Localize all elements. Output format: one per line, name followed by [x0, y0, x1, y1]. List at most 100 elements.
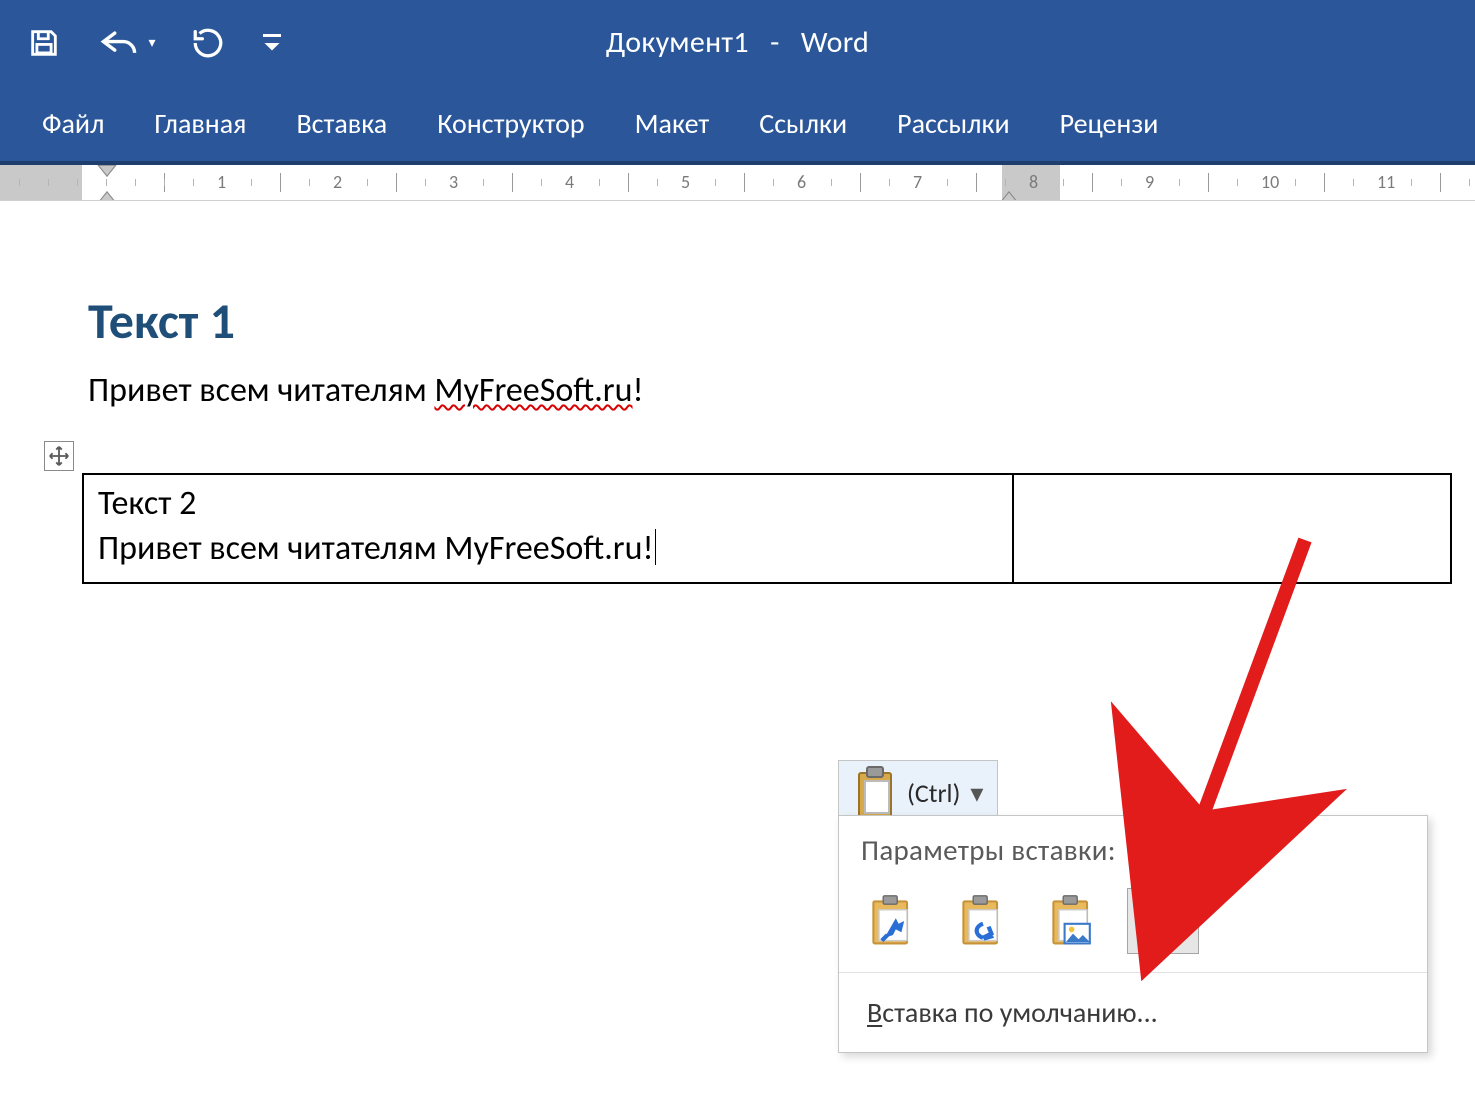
- ruler-tick: [831, 179, 832, 186]
- title-doc: Документ1: [606, 24, 749, 61]
- ruler-number: 11: [1377, 171, 1395, 193]
- chevron-down-icon: ▾: [148, 34, 155, 51]
- ruler-tick: [193, 179, 194, 186]
- clipboard-icon: [847, 765, 903, 821]
- ruler-number: 6: [797, 171, 806, 193]
- table[interactable]: Текст 2 Привет всем читателям MyFreeSoft…: [82, 473, 1452, 585]
- ruler-tick: [889, 179, 890, 186]
- paste-options-label: (Ctrl): [907, 777, 960, 809]
- ruler-number: 10: [1261, 171, 1279, 193]
- ruler-number: 4: [565, 171, 574, 193]
- ruler-number: 2: [333, 171, 342, 193]
- ruler-tick: [19, 179, 20, 186]
- ruler-tick: [1208, 173, 1209, 192]
- tab-file[interactable]: Файл: [34, 96, 112, 151]
- ruler-tick: [860, 173, 861, 192]
- ruler-number: 9: [1145, 171, 1154, 193]
- ruler-ticks: 123456789101112: [0, 165, 1475, 200]
- table-move-handle[interactable]: [44, 441, 74, 471]
- ruler-tick: [976, 173, 977, 192]
- tab-mailings[interactable]: Рассылки: [889, 96, 1017, 151]
- ruler-tick: [599, 179, 600, 186]
- ribbon-tabs: Файл Главная Вставка Конструктор Макет С…: [0, 85, 1475, 165]
- ruler-number: 3: [449, 171, 458, 193]
- paste-merge-formatting[interactable]: [947, 888, 1019, 954]
- ruler-tick: [396, 173, 397, 192]
- paste-options-row: A: [839, 888, 1427, 972]
- paste-as-picture[interactable]: [1037, 888, 1109, 954]
- title-app: Word: [801, 24, 869, 61]
- tab-insert[interactable]: Вставка: [288, 96, 395, 151]
- table-cell[interactable]: [1013, 474, 1451, 584]
- paste-default-accesskey: В: [867, 995, 882, 1030]
- ruler-number: 5: [681, 171, 690, 193]
- ruler-number: 8: [1029, 171, 1038, 193]
- clipboard-picture-icon: [1045, 893, 1101, 949]
- ruler-tick: [1237, 179, 1238, 186]
- ruler-tick: [541, 179, 542, 186]
- right-indent-marker[interactable]: [998, 183, 1020, 201]
- table-cell[interactable]: Текст 2 Привет всем читателям MyFreeSoft…: [83, 474, 1013, 584]
- ruler-tick: [251, 179, 252, 186]
- ruler-tick: [1063, 179, 1064, 186]
- paste-keep-source-formatting[interactable]: [857, 888, 929, 954]
- tab-design[interactable]: Конструктор: [429, 96, 592, 151]
- ruler-tick: [512, 173, 513, 192]
- tab-layout[interactable]: Макет: [627, 96, 718, 151]
- undo-button[interactable]: ▾: [96, 23, 156, 63]
- title-sep: -: [770, 24, 780, 61]
- ruler-tick: [715, 179, 716, 186]
- clipboard-merge-icon: [955, 893, 1011, 949]
- move-icon: [48, 445, 70, 467]
- ruler-tick: [309, 179, 310, 186]
- paste-default-settings[interactable]: Вставка по умолчанию...: [839, 972, 1427, 1052]
- first-line-indent-marker[interactable]: [96, 165, 118, 185]
- table-row: Текст 2 Привет всем читателям MyFreeSoft…: [83, 474, 1451, 584]
- ruler-tick: [1440, 173, 1441, 192]
- ruler-tick: [1324, 173, 1325, 192]
- heading-1[interactable]: Текст 1: [88, 291, 1475, 352]
- ruler-tick: [1092, 173, 1093, 192]
- ruler-tick: [77, 179, 78, 186]
- ruler-tick: [48, 179, 49, 186]
- customize-qat-button[interactable]: [260, 23, 284, 63]
- chevron-down-icon: ▾: [970, 777, 983, 809]
- ruler-tick: [1411, 179, 1412, 186]
- clipboard-keep-source-icon: [865, 893, 921, 949]
- redo-button[interactable]: [188, 23, 228, 63]
- quick-access-toolbar: ▾: [24, 23, 284, 63]
- ruler-tick: [657, 179, 658, 186]
- redo-icon: [190, 26, 226, 60]
- ruler-tick: [135, 179, 136, 186]
- ruler-tick: [1353, 179, 1354, 186]
- paste-options-menu: Параметры вставки:: [838, 815, 1428, 1053]
- ruler-tick: [164, 179, 165, 186]
- titlebar: ▾ Документ1 - Word: [0, 0, 1475, 85]
- tab-references[interactable]: Ссылки: [751, 96, 855, 151]
- ruler-tick: [744, 173, 745, 192]
- table-cell-text: Привет всем читателям MyFreeSoft.ru!: [98, 528, 654, 569]
- ruler-tick: [1295, 179, 1296, 186]
- paragraph-text: !: [633, 370, 644, 411]
- table-cell-text: Текст 2: [98, 483, 196, 524]
- ruler-tick: [628, 173, 629, 192]
- undo-icon: [96, 26, 142, 60]
- paste-menu-header: Параметры вставки:: [839, 816, 1427, 888]
- document-area[interactable]: Текст 1 Привет всем читателям MyFreeSoft…: [0, 201, 1475, 584]
- hanging-indent-marker[interactable]: [96, 183, 118, 201]
- tab-home[interactable]: Главная: [146, 96, 254, 151]
- paste-text-only[interactable]: A: [1127, 888, 1199, 954]
- text-caret: [655, 529, 656, 565]
- paragraph[interactable]: Привет всем читателям MyFreeSoft.ru!: [88, 370, 1475, 413]
- tab-review[interactable]: Рецензи: [1052, 96, 1167, 151]
- ruler-tick: [483, 179, 484, 186]
- paragraph-text: Привет всем читателям: [88, 370, 434, 411]
- horizontal-ruler[interactable]: 123456789101112: [0, 165, 1475, 201]
- clipboard-text-only-icon: A: [1135, 893, 1191, 949]
- ruler-tick: [425, 179, 426, 186]
- ruler-number: 1: [217, 171, 226, 193]
- ruler-tick: [1121, 179, 1122, 186]
- chevron-down-icon: [263, 31, 281, 55]
- save-button[interactable]: [24, 23, 64, 63]
- spelling-error[interactable]: MyFreeSoft.ru: [434, 370, 632, 411]
